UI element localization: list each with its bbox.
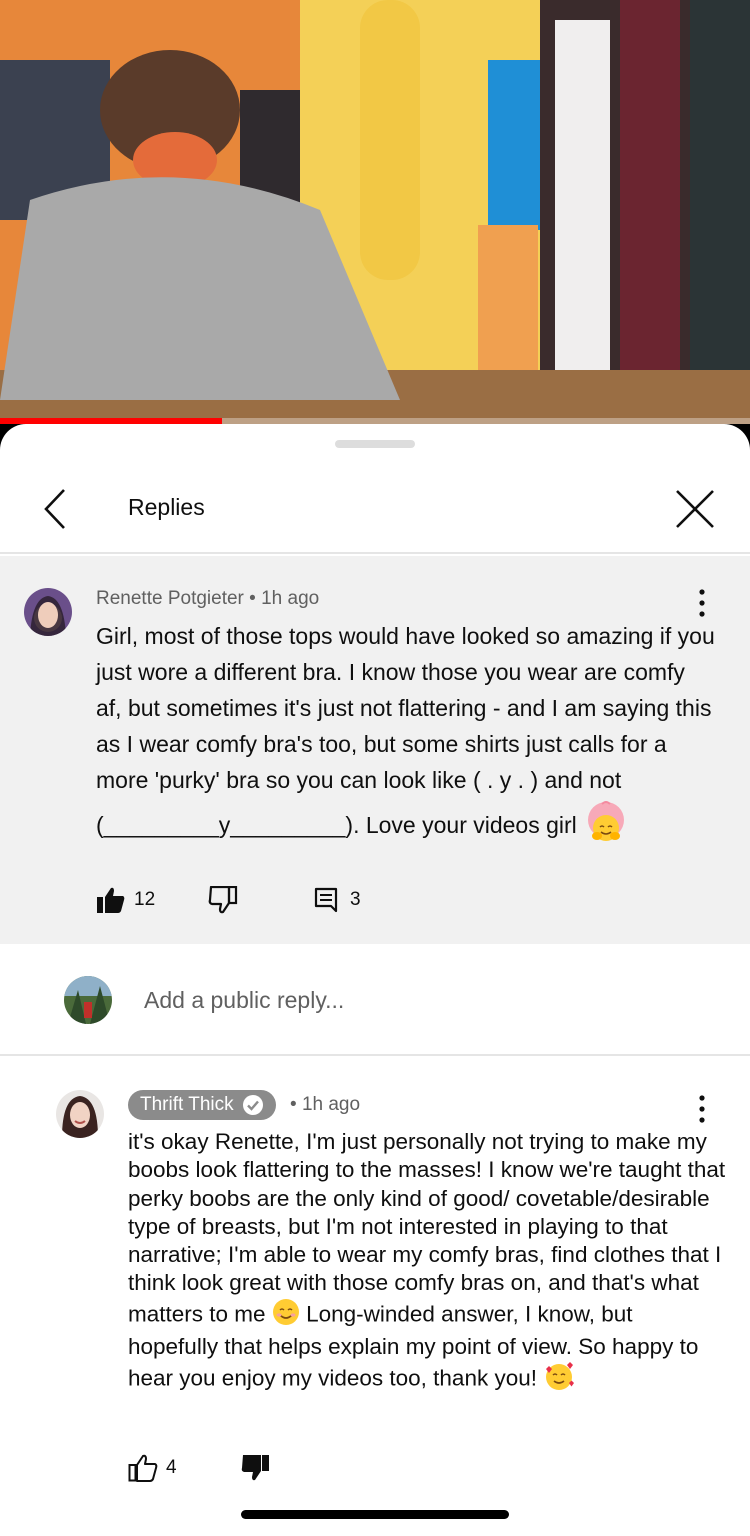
more-vert-icon	[699, 589, 705, 617]
chevron-left-icon	[44, 489, 65, 529]
replies-sheet: Replies Renette Potgieter • 1h ago Girl,…	[0, 424, 750, 1536]
hugging-face-emoji	[583, 798, 629, 856]
add-reply-row	[0, 944, 750, 1056]
like-button[interactable]: 4	[128, 1448, 177, 1488]
close-icon	[676, 490, 714, 528]
replies-button[interactable]: 3	[314, 880, 361, 920]
verified-check-icon	[242, 1095, 263, 1115]
comment-time: 1h ago	[261, 588, 320, 609]
like-count: 12	[134, 889, 156, 910]
reply-count: 3	[350, 889, 361, 910]
reply-text: it's okay Renette, I'm just personally n…	[128, 1128, 728, 1399]
video-player[interactable]	[0, 0, 750, 424]
page-title: Replies	[128, 494, 205, 520]
replies-header: Replies	[0, 472, 750, 554]
comment-icon	[314, 887, 338, 913]
smiling-face-emoji	[272, 1298, 300, 1333]
smiling-hearts-emoji	[543, 1361, 575, 1398]
drag-handle[interactable]	[335, 440, 415, 448]
comment-meta: Renette Potgieter • 1h ago	[96, 588, 320, 609]
close-button[interactable]	[672, 486, 718, 532]
more-options-button[interactable]	[692, 1092, 712, 1126]
parent-comment: Renette Potgieter • 1h ago Girl, most of…	[0, 556, 750, 944]
thumb-down-filled-icon	[241, 1455, 269, 1481]
thumb-up-outline-icon	[128, 1454, 158, 1482]
comment-author[interactable]: Renette Potgieter	[96, 588, 244, 609]
dislike-button[interactable]	[240, 1448, 270, 1488]
reply-input[interactable]	[144, 982, 684, 1018]
avatar[interactable]	[24, 588, 72, 636]
comment-text: Girl, most of those tops would have look…	[96, 618, 716, 856]
reply-time: • 1h ago	[290, 1094, 361, 1115]
author-badge[interactable]: Thrift Thick	[128, 1090, 276, 1120]
more-options-button[interactable]	[692, 586, 712, 620]
back-button[interactable]	[34, 484, 78, 534]
avatar[interactable]	[56, 1090, 104, 1138]
comment-actions: 12 3	[96, 880, 416, 920]
dislike-button[interactable]	[208, 880, 238, 920]
thumb-up-filled-icon	[97, 887, 125, 913]
reply-author: Thrift Thick	[140, 1094, 234, 1115]
reply-actions: 4	[128, 1448, 328, 1488]
like-button[interactable]: 12	[96, 880, 155, 920]
more-vert-icon	[699, 1095, 705, 1123]
reply-comment: Thrift Thick • 1h ago it's okay Renette,…	[0, 1058, 750, 1498]
video-frame	[0, 0, 750, 424]
thumb-down-icon	[208, 886, 238, 914]
home-indicator[interactable]	[241, 1510, 509, 1519]
user-avatar	[64, 976, 112, 1024]
like-count: 4	[166, 1457, 177, 1478]
